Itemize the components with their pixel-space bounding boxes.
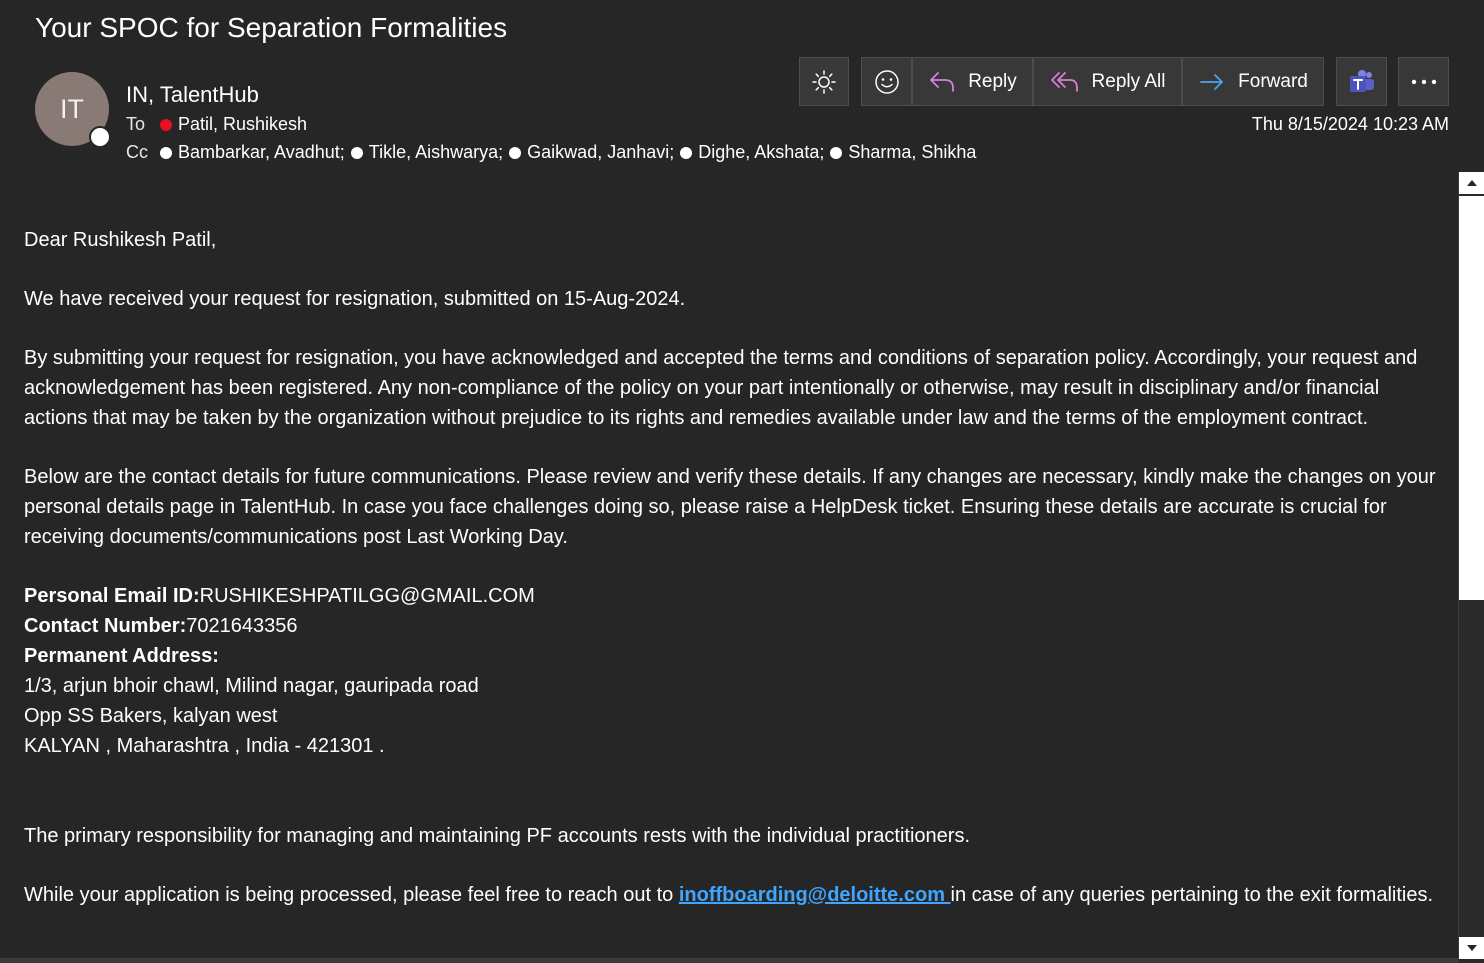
recipient-name: Tikle, Aishwarya; bbox=[368, 142, 504, 162]
to-label: To bbox=[126, 114, 146, 134]
address-line-1: 1/3, arjun bhoir chawl, Milind nagar, ga… bbox=[24, 675, 479, 697]
personal-email-line: Personal Email ID:RUSHIKESHPATILGG@GMAIL… bbox=[24, 581, 1444, 611]
scroll-up-button[interactable] bbox=[1459, 172, 1484, 194]
reply-label: Reply bbox=[968, 70, 1017, 92]
to-row: To Patil, Rushikesh bbox=[126, 114, 313, 135]
paragraph-5-start: While your application is being processe… bbox=[24, 884, 679, 906]
forward-button[interactable]: Forward bbox=[1182, 57, 1324, 106]
cc-row: Cc Bambarkar, Avadhut; Tikle, Aishwarya;… bbox=[126, 142, 982, 163]
personal-email-label: Personal Email ID: bbox=[24, 585, 200, 607]
contact-details: Personal Email ID:RUSHIKESHPATILGG@GMAIL… bbox=[24, 581, 1444, 761]
greeting: Dear Rushikesh Patil, bbox=[24, 229, 217, 251]
forward-label: Forward bbox=[1238, 70, 1308, 92]
body-paragraph-2: By submitting your request for resignati… bbox=[24, 347, 1418, 429]
scroll-down-arrow-icon bbox=[1466, 945, 1477, 951]
reply-all-button[interactable]: Reply All bbox=[1033, 57, 1182, 106]
contact-number-label: Contact Number: bbox=[24, 615, 187, 637]
email-date: Thu 8/15/2024 10:23 AM bbox=[1251, 114, 1449, 134]
cc-label: Cc bbox=[126, 142, 148, 162]
theme-toggle-button[interactable] bbox=[799, 57, 849, 106]
scrollbar-thumb[interactable] bbox=[1459, 196, 1484, 600]
recipient-name: Patil, Rushikesh bbox=[178, 114, 308, 134]
forward-arrow-icon bbox=[1200, 73, 1224, 90]
reply-icon bbox=[930, 71, 955, 92]
reply-button[interactable]: Reply bbox=[912, 57, 1033, 106]
vertical-scrollbar[interactable] bbox=[1458, 172, 1484, 963]
teams-button[interactable] bbox=[1336, 57, 1387, 106]
body-paragraph-3: Below are the contact details for future… bbox=[24, 466, 1436, 548]
reply-all-label: Reply All bbox=[1091, 70, 1166, 92]
more-icon bbox=[1411, 79, 1436, 84]
more-toolbar bbox=[1398, 57, 1449, 106]
presence-icon bbox=[680, 146, 693, 159]
paragraph-5-end: in case of any queries pertaining to the… bbox=[950, 884, 1434, 906]
recipient-cc[interactable]: Gaikwad, Janhavi; bbox=[509, 142, 674, 163]
email-subject: Your SPOC for Separation Formalities bbox=[35, 12, 508, 43]
recipient-cc[interactable]: Tikle, Aishwarya; bbox=[350, 142, 504, 163]
address-line-2: Opp SS Bakers, kalyan west bbox=[24, 705, 278, 727]
offboarding-email-link[interactable]: inoffboarding@deloitte.com bbox=[679, 884, 951, 906]
avatar-initials: IT bbox=[60, 93, 84, 124]
teams-toolbar bbox=[1336, 57, 1387, 106]
theme-toolbar bbox=[799, 57, 849, 106]
presence-icon bbox=[350, 146, 363, 159]
recipient-cc[interactable]: Bambarkar, Avadhut; bbox=[160, 142, 345, 163]
recipient-name: Gaikwad, Janhavi; bbox=[527, 142, 675, 162]
body-paragraph-4: The primary responsibility for managing … bbox=[24, 825, 971, 847]
sun-icon bbox=[812, 69, 836, 94]
presence-icon bbox=[160, 146, 172, 159]
recipient-name: Sharma, Shikha bbox=[848, 142, 977, 162]
message-body: Dear Rushikesh Patil, We have received y… bbox=[0, 172, 1458, 963]
body-paragraph-1: We have received your request for resign… bbox=[24, 288, 686, 310]
recipient-cc[interactable]: Sharma, Shikha bbox=[830, 142, 976, 163]
reaction-button[interactable] bbox=[861, 57, 912, 106]
contact-number-value: 7021643356 bbox=[186, 615, 298, 637]
address-line-3: KALYAN , Maharashtra , India - 421301 . bbox=[24, 735, 385, 757]
reply-all-icon bbox=[1050, 71, 1078, 92]
scroll-up-arrow-icon bbox=[1466, 180, 1477, 186]
permanent-address-line: Permanent Address: bbox=[24, 641, 1444, 671]
permanent-address-label: Permanent Address: bbox=[24, 645, 219, 667]
presence-icon bbox=[509, 146, 522, 159]
recipient-cc[interactable]: Dighe, Akshata; bbox=[680, 142, 824, 163]
recipient-to[interactable]: Patil, Rushikesh bbox=[160, 114, 307, 135]
teams-icon bbox=[1349, 69, 1374, 92]
contact-number-line: Contact Number:7021643356 bbox=[24, 611, 1444, 641]
presence-icon bbox=[830, 146, 843, 159]
reply-toolbar: Reply Reply All Forward bbox=[861, 57, 1324, 106]
sender-name[interactable]: IN, TalentHub bbox=[126, 82, 259, 108]
horizontal-scrollbar[interactable] bbox=[0, 958, 1458, 963]
more-options-button[interactable] bbox=[1398, 57, 1449, 106]
smiley-icon bbox=[874, 69, 899, 94]
scroll-down-button[interactable] bbox=[1459, 937, 1484, 959]
personal-email-value: RUSHIKESHPATILGG@GMAIL.COM bbox=[199, 585, 535, 607]
recipient-name: Dighe, Akshata; bbox=[698, 142, 825, 162]
recipient-name: Bambarkar, Avadhut; bbox=[178, 142, 345, 162]
presence-busy-icon bbox=[160, 118, 172, 131]
presence-status-icon bbox=[89, 126, 111, 148]
body-paragraph-5: While your application is being processe… bbox=[24, 880, 1444, 910]
